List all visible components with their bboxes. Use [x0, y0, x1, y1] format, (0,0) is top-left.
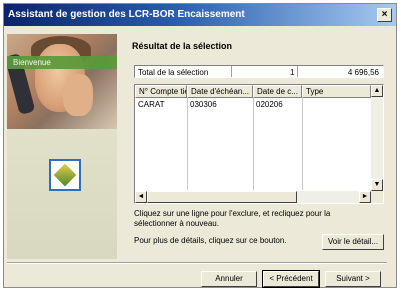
column-header-due-date[interactable]: Date d'échéan... [187, 85, 253, 98]
column-header-account[interactable]: N° Compte tiers [135, 85, 187, 98]
footer-divider [7, 262, 387, 264]
exclude-help-text: Cliquez sur une ligne pour l'exclure, et… [134, 209, 331, 228]
cell-due-date: 030306 [190, 100, 217, 109]
photo-hand [63, 74, 93, 116]
selection-total-row: Total de la sélection 1 4 696,56 [134, 65, 384, 78]
welcome-banner: Bienvenue [7, 56, 117, 69]
total-amount: 4 696,56 [347, 68, 379, 77]
horizontal-scroll-thumb[interactable] [147, 191, 297, 203]
details-button[interactable]: Voir le détail... [322, 234, 384, 250]
cell-creation-date: 020206 [256, 100, 283, 109]
column-header-type[interactable]: Type [302, 85, 371, 98]
cancel-button[interactable]: Annuler [201, 271, 257, 287]
total-label: Total de la sélection [138, 68, 209, 77]
section-title: Résultat de la sélection [132, 41, 233, 51]
title-bar[interactable]: Assistant de gestion des LCR-BOR Encaiss… [4, 4, 396, 26]
wizard-side-panel: Bienvenue [7, 34, 117, 259]
column-header-creation-date[interactable]: Date de c... [253, 85, 302, 98]
selection-list[interactable]: N° Compte tiers Date d'échéan... Date de… [134, 84, 384, 204]
previous-button[interactable]: < Précédent [262, 270, 320, 288]
scroll-left-button[interactable]: ◄ [135, 191, 147, 203]
horizontal-scrollbar[interactable]: ◄ ► [135, 191, 371, 203]
cell-type [302, 99, 371, 110]
wizard-icon [49, 159, 81, 191]
vertical-scrollbar[interactable]: ▲ ▼ [371, 85, 383, 191]
window-title: Assistant de gestion des LCR-BOR Encaiss… [8, 9, 245, 20]
welcome-photo [7, 34, 117, 129]
scroll-down-button[interactable]: ▼ [371, 179, 383, 191]
next-button[interactable]: Suivant > [325, 271, 381, 287]
total-count: 1 [290, 68, 295, 77]
scroll-up-button[interactable]: ▲ [371, 85, 383, 97]
scroll-right-button[interactable]: ► [359, 191, 371, 203]
details-help-text: Pour plus de détails, cliquez sur ce bou… [134, 236, 287, 245]
cell-account: CARAT [138, 100, 165, 109]
list-header: N° Compte tiers Date d'échéan... Date de… [135, 85, 371, 98]
close-button[interactable]: × [377, 8, 392, 22]
